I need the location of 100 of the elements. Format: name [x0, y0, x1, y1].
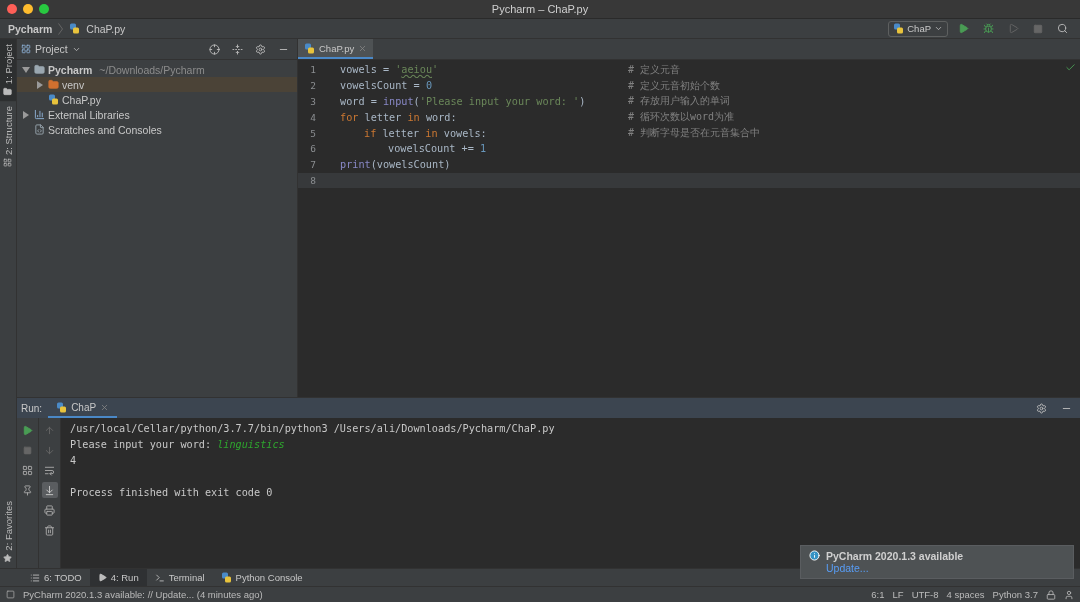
line-number: 2 — [309, 80, 316, 92]
line-number: 1 — [309, 64, 316, 76]
console-line: Please input your word: linguistics — [70, 438, 285, 450]
zoom-dot — [39, 4, 49, 14]
check-icon — [1065, 62, 1076, 73]
code-line: if letter in vowels: — [364, 127, 487, 139]
debug-button[interactable] — [983, 23, 994, 34]
list-icon — [30, 572, 40, 583]
code-line: for letter in word: — [340, 111, 457, 123]
tree-item[interactable]: Scratches and Consoles — [17, 122, 297, 137]
folder-icon — [3, 87, 13, 97]
side-tab[interactable]: 1: Project — [0, 39, 16, 102]
python-file-icon — [56, 401, 68, 413]
tool-window-tab[interactable]: Python Console — [212, 569, 311, 586]
line-number: 6 — [309, 143, 316, 155]
chevron-icon — [58, 22, 64, 35]
status-item[interactable]: 4 spaces — [946, 589, 985, 600]
code-line: word = input('Please input your word: ') — [340, 96, 586, 107]
status-item[interactable]: UTF-8 — [911, 589, 939, 600]
file-icon — [34, 124, 45, 135]
run-config-dropdown[interactable]: ChaP — [888, 20, 948, 37]
scroll-to-end-button[interactable] — [41, 482, 58, 498]
settings-button[interactable] — [1036, 402, 1047, 414]
code-comment: # 定义元音 — [628, 62, 681, 77]
python-file-icon — [69, 23, 81, 34]
crosshair-icon — [209, 43, 220, 55]
tree-item[interactable]: External Libraries — [17, 107, 297, 122]
notification-title: PyCharm 2020.1.3 available — [826, 550, 964, 562]
tree-item[interactable]: ChaP.py — [17, 92, 297, 107]
line-number: 5 — [309, 127, 316, 139]
line-number: 7 — [309, 159, 316, 171]
console-line: /usr/local/Cellar/python/3.7.7/bin/python3 /Users/ali/Downloads/Pycharm/ChaP.py — [70, 422, 555, 434]
caret-icon — [934, 24, 943, 33]
status-item[interactable]: Python 3.7 — [992, 589, 1038, 600]
play-icon — [958, 23, 969, 34]
bug-icon — [983, 23, 994, 34]
trash-icon — [44, 524, 55, 536]
printer-icon — [44, 504, 55, 516]
close-icon — [100, 402, 110, 412]
close-dot — [7, 4, 17, 14]
side-tab[interactable]: 2: Structure — [0, 101, 16, 173]
python-file-icon — [220, 572, 232, 583]
tool-window-tab[interactable]: 4: Run — [89, 569, 147, 586]
terminal-icon — [154, 572, 165, 583]
tool-window-tab[interactable]: 6: TODO — [22, 569, 90, 586]
locate-button[interactable] — [209, 43, 220, 55]
python-file-icon — [893, 23, 905, 34]
editor-tab[interactable]: ChaP.py — [298, 39, 374, 59]
python-file-icon — [304, 42, 315, 54]
panel-icon — [21, 44, 31, 54]
layout-icon — [22, 464, 33, 476]
search-icon — [1057, 23, 1068, 34]
code-line: vowels = 'aeiou' — [340, 64, 439, 76]
star-icon — [3, 554, 13, 563]
arrow-up-icon — [44, 424, 55, 436]
pin-icon — [22, 484, 33, 496]
code-comment: # 循环次数以word为准 — [628, 110, 735, 125]
console-line: Process finished with exit code 0 — [70, 486, 273, 498]
minimize-dot — [23, 4, 33, 14]
tree-label: Pycharm — [48, 63, 93, 76]
tool-window-tab[interactable]: Terminal — [146, 569, 213, 586]
tree-label: ChaP.py — [62, 93, 101, 106]
play-icon — [97, 573, 107, 582]
status-item[interactable]: LF — [892, 589, 904, 600]
console-line: 4 — [70, 454, 77, 466]
code-comment: # 存放用户输入的单词 — [628, 94, 731, 109]
search-button[interactable] — [1057, 23, 1068, 34]
line-number: 8 — [309, 174, 316, 186]
code-comment: # 定义元音初始个数 — [628, 78, 721, 93]
code-comment: # 判断字母是否在元音集合中 — [628, 126, 761, 141]
collapse-button[interactable] — [232, 43, 243, 55]
status-message: PyCharm 2020.1.3 available: // Update... (4 minutes ago) — [23, 589, 263, 600]
settings-button[interactable] — [255, 43, 266, 55]
line-number: 3 — [309, 96, 316, 107]
settings-icon — [255, 43, 266, 55]
print-button[interactable] — [41, 502, 58, 518]
scroll-down-icon — [44, 484, 55, 496]
breadcrumb[interactable]: Pycharm — [8, 22, 53, 35]
structure-icon — [3, 158, 13, 168]
stop-icon — [23, 445, 32, 455]
wrap-icon — [44, 464, 55, 476]
lock-icon — [1046, 589, 1056, 600]
run-button[interactable] — [958, 23, 969, 34]
breadcrumb[interactable]: ChaP.py — [86, 22, 126, 35]
folder-path: ~/Downloads/Pycharm — [99, 63, 205, 76]
settings-icon — [1036, 402, 1047, 414]
tree-label: Scratches and Consoles — [48, 123, 162, 136]
run-label: Run: — [21, 402, 43, 414]
python-file-icon — [48, 94, 59, 105]
code-line: vowelsCount = 0 — [340, 80, 432, 92]
person-icon — [1064, 589, 1074, 600]
folder-icon — [48, 79, 59, 90]
side-tab[interactable]: 2: Favorites — [0, 496, 16, 568]
project-view-dropdown[interactable]: Project — [21, 43, 81, 55]
status-item[interactable]: 6:1 — [871, 589, 885, 600]
collapsed-arrow-icon — [36, 80, 44, 89]
tree-item[interactable]: venv — [17, 77, 297, 92]
tree-item[interactable]: Pycharm ~/Downloads/Pycharm — [17, 62, 297, 77]
square-icon — [6, 590, 15, 599]
collapse-icon — [232, 43, 243, 55]
